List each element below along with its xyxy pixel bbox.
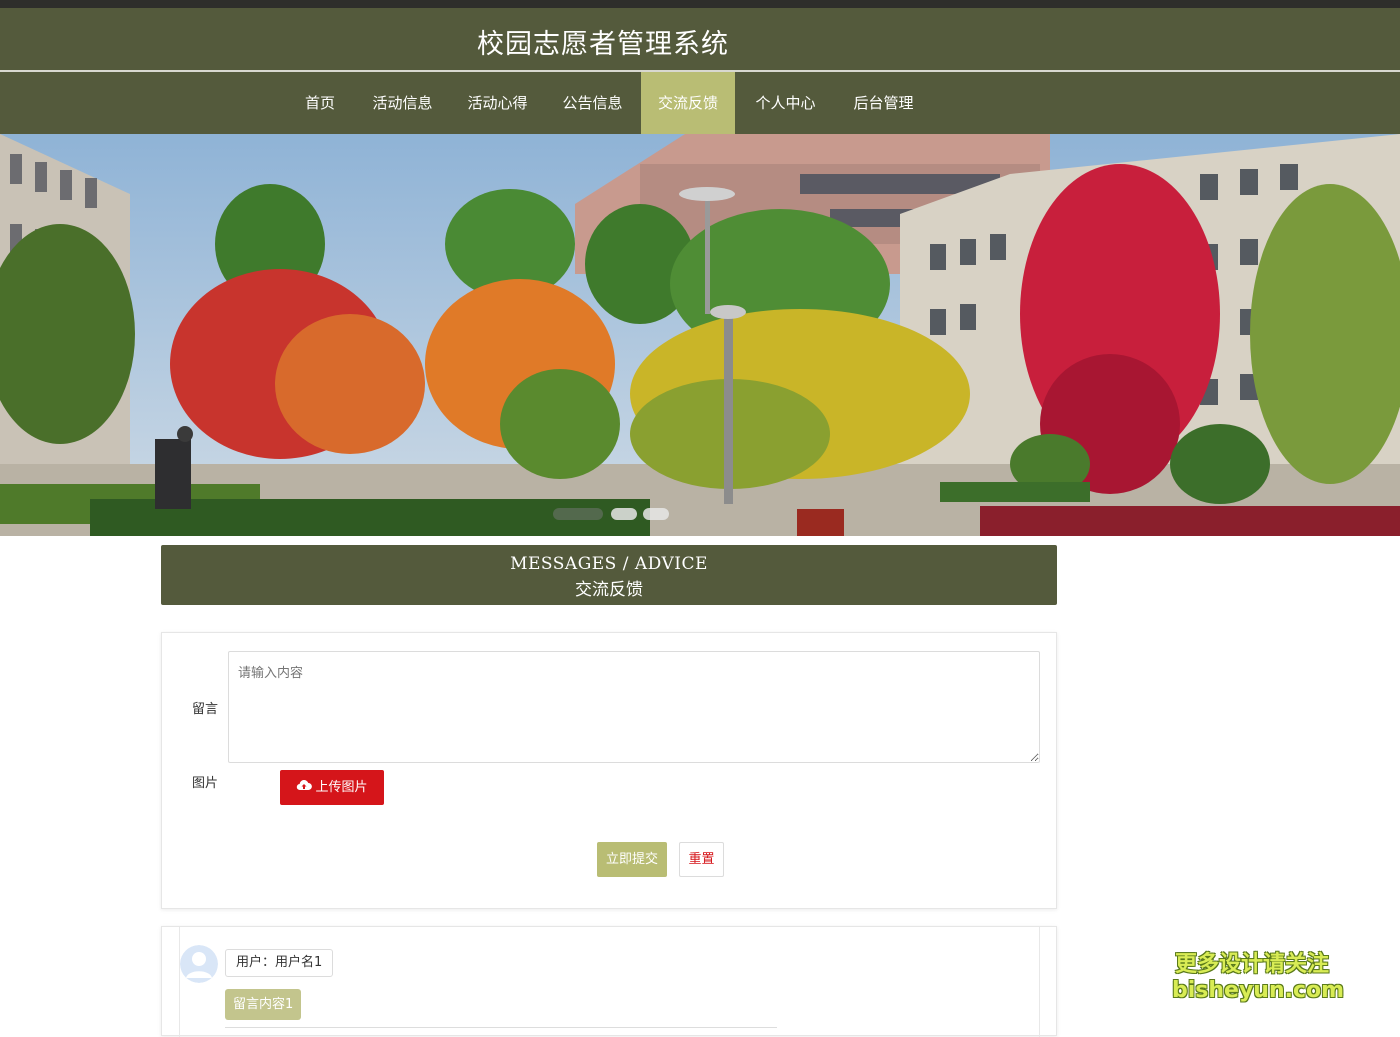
section-header: MESSAGES / ADVICE 交流反馈	[161, 545, 1057, 605]
message-content: 留言内容1	[225, 989, 302, 1020]
list-divider-right	[1039, 927, 1040, 1037]
nav-item-home[interactable]: 首页	[290, 72, 350, 134]
upload-image-label: 上传图片	[315, 780, 368, 795]
nav-item-announcements[interactable]: 公告信息	[550, 72, 635, 134]
nav-item-activities[interactable]: 活动信息	[360, 72, 445, 134]
nav-item-experiences[interactable]: 活动心得	[455, 72, 540, 134]
carousel-dot-3[interactable]	[643, 508, 669, 520]
submit-button[interactable]: 立即提交	[597, 842, 667, 877]
top-strip	[0, 0, 1400, 8]
watermark: 更多设计请关注 bisheyun.com	[1172, 952, 1345, 1004]
main-nav: 首页 活动信息 活动心得 公告信息 交流反馈 个人中心 后台管理	[0, 72, 1400, 134]
nav-item-admin[interactable]: 后台管理	[841, 72, 926, 134]
list-divider-left	[179, 927, 180, 1037]
feedback-form: 留言 图片 上传图片 立即提交 重置	[161, 632, 1057, 909]
watermark-line2: bisheyun.com	[1172, 978, 1345, 1003]
carousel-dot-2[interactable]	[611, 508, 637, 520]
section-title-cn: 交流反馈	[575, 580, 643, 600]
message-textarea[interactable]	[228, 651, 1040, 763]
message-user: 用户：用户名1	[225, 949, 334, 977]
section-title-en: MESSAGES / ADVICE	[510, 554, 708, 574]
carousel-dot-1[interactable]	[553, 508, 603, 520]
message-list: 用户：用户名1 留言内容1	[161, 926, 1057, 1037]
nav-item-feedback[interactable]: 交流反馈	[641, 72, 735, 134]
cloud-upload-icon	[296, 770, 313, 805]
site-title: 校园志愿者管理系统	[477, 29, 729, 60]
message-label: 留言	[192, 702, 219, 717]
watermark-line1: 更多设计请关注	[1174, 952, 1329, 977]
reset-button[interactable]: 重置	[679, 842, 724, 877]
header: 校园志愿者管理系统	[0, 8, 1400, 71]
upload-image-button[interactable]: 上传图片	[280, 770, 384, 805]
image-label: 图片	[192, 776, 219, 791]
message-divider	[225, 1027, 777, 1028]
banner-image	[0, 134, 1400, 536]
user-avatar-icon	[180, 945, 218, 983]
nav-item-profile[interactable]: 个人中心	[743, 72, 828, 134]
